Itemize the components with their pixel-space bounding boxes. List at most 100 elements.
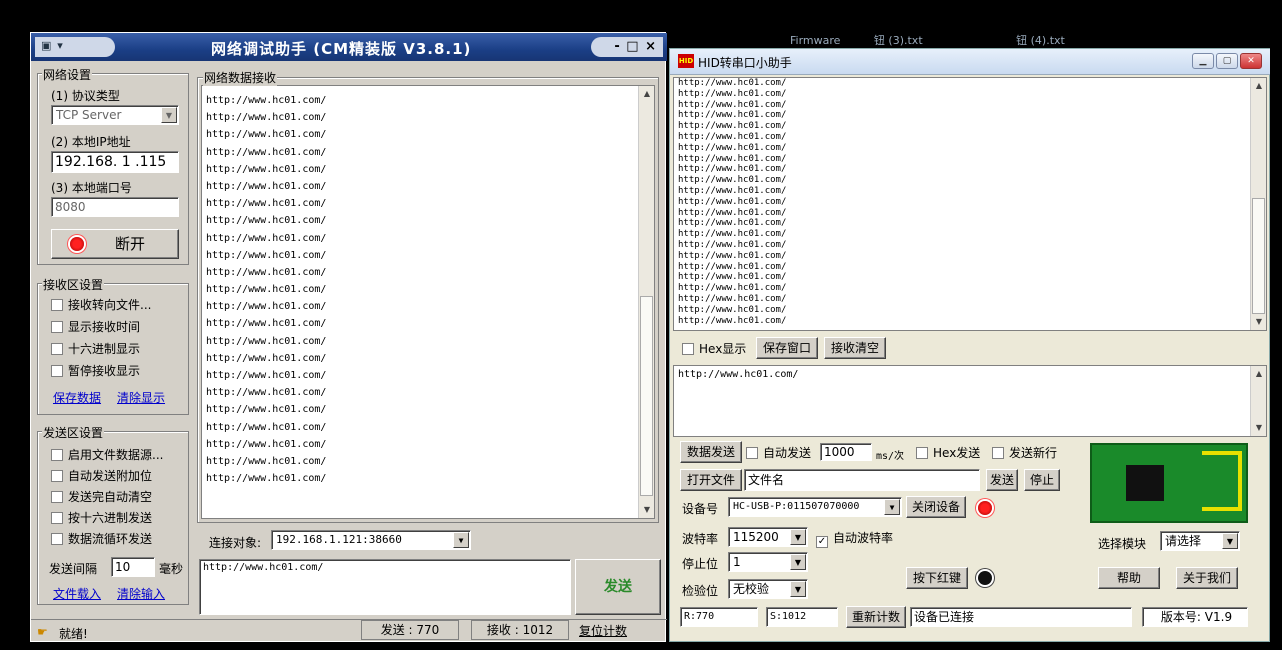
recv-line: http://www.hc01.com/: [678, 293, 787, 304]
clear-input-link[interactable]: 清除输入: [117, 585, 165, 602]
show-recv-time-checkbox[interactable]: 显示接收时间: [51, 319, 140, 335]
stopbit-select[interactable]: 1 ▼: [728, 552, 808, 572]
data-send-button[interactable]: 数据发送: [680, 441, 742, 463]
auto-interval-input[interactable]: 1000: [820, 443, 872, 461]
file-name-input[interactable]: 文件名: [744, 469, 980, 491]
recv-line: http://www.hc01.com/: [206, 198, 327, 210]
disconnect-button[interactable]: 断开: [51, 229, 179, 259]
hex-display-checkbox[interactable]: Hex显示: [682, 341, 746, 357]
checkbox-icon: [51, 512, 63, 524]
checkbox-label: 接收转向文件...: [68, 298, 152, 312]
clear-display-link[interactable]: 清除显示: [117, 389, 165, 406]
close-icon[interactable]: ✕: [1240, 53, 1262, 69]
protocol-select[interactable]: TCP Server ▼: [51, 105, 179, 125]
checkbox-icon: [682, 343, 694, 355]
recv-lines: http://www.hc01.com/http://www.hc01.com/…: [674, 78, 1266, 326]
recv-line: http://www.hc01.com/: [678, 315, 787, 326]
recv-line: http://www.hc01.com/: [206, 163, 327, 175]
parity-select[interactable]: 无校验 ▼: [728, 579, 808, 599]
chevron-down-icon: ▼: [790, 581, 806, 597]
recv-line: http://www.hc01.com/: [206, 335, 327, 347]
device-select[interactable]: HC-USB-P:011507070000 ▼: [728, 497, 902, 517]
auto-append-checkbox[interactable]: 自动发送附加位: [51, 468, 152, 484]
red-led-icon: [70, 237, 84, 251]
recv-line: http://www.hc01.com/: [206, 455, 327, 467]
bluetooth-module-image: [1090, 443, 1248, 523]
send-scrollbar[interactable]: ▲ ▼: [1250, 366, 1266, 436]
chevron-down-icon: ▼: [161, 107, 177, 123]
load-file-link[interactable]: 文件载入: [53, 585, 101, 602]
checkbox-icon: [51, 449, 63, 461]
file-source-checkbox[interactable]: 启用文件数据源...: [51, 447, 163, 463]
recv-lines: http://www.hc01.com/http://www.hc01.com/…: [202, 86, 654, 487]
ip-input[interactable]: 192.168. 1 .115: [51, 151, 179, 173]
hex-send-checkbox[interactable]: Hex发送: [916, 445, 980, 461]
recv-line: http://www.hc01.com/: [206, 232, 327, 244]
auto-clear-checkbox[interactable]: 发送完自动清空: [51, 489, 152, 505]
checkbox-icon: [916, 447, 928, 459]
recv-line: http://www.hc01.com/: [678, 78, 787, 88]
recv-line: http://www.hc01.com/: [206, 180, 327, 192]
recv-to-file-checkbox[interactable]: 接收转向文件...: [51, 297, 151, 313]
about-button[interactable]: 关于我们: [1176, 567, 1238, 589]
checkbox-label: 自动波特率: [833, 531, 894, 545]
minimize-icon[interactable]: ▁: [1192, 53, 1214, 69]
recount-button[interactable]: 重新计数: [846, 606, 906, 628]
scroll-down-icon[interactable]: ▼: [1251, 314, 1266, 330]
scroll-thumb[interactable]: [1252, 198, 1265, 314]
clear-recv-button[interactable]: 接收清空: [824, 337, 886, 359]
module-select[interactable]: 请选择 ▼: [1160, 531, 1240, 551]
recv-line: http://www.hc01.com/: [678, 185, 787, 196]
send-textarea[interactable]: http://www.hc01.com/: [199, 559, 571, 615]
recv-line: http://www.hc01.com/: [678, 218, 787, 229]
scroll-down-icon[interactable]: ▼: [639, 502, 654, 518]
scroll-down-icon[interactable]: ▼: [1251, 420, 1266, 436]
help-button[interactable]: 帮助: [1098, 567, 1160, 589]
save-data-link[interactable]: 保存数据: [53, 389, 101, 406]
save-window-button[interactable]: 保存窗口: [756, 337, 818, 359]
port-input[interactable]: 8080: [51, 197, 179, 217]
checkbox-icon: [746, 447, 758, 459]
hex-display-checkbox[interactable]: 十六进制显示: [51, 341, 140, 357]
recv-line: http://www.hc01.com/: [206, 404, 327, 416]
recv-scrollbar[interactable]: ▲ ▼: [638, 86, 654, 518]
auto-baud-checkbox[interactable]: ✓ 自动波特率: [816, 530, 893, 548]
scroll-up-icon[interactable]: ▲: [1251, 78, 1266, 94]
scroll-thumb[interactable]: [640, 296, 653, 496]
recv-line: http://www.hc01.com/: [678, 239, 787, 250]
send-button[interactable]: 发送: [575, 559, 661, 615]
close-device-button[interactable]: 关闭设备: [906, 496, 966, 518]
hex-send-checkbox[interactable]: 按十六进制发送: [51, 510, 152, 526]
system-menu-button[interactable]: ▣ ▾: [35, 37, 115, 57]
pause-recv-checkbox[interactable]: 暂停接收显示: [51, 363, 140, 379]
bg-tab: Firmware: [790, 34, 841, 47]
send-text: http://www.hc01.com/: [678, 369, 799, 380]
recv-line: http://www.hc01.com/: [206, 95, 327, 106]
rx-count: R:770: [680, 607, 758, 627]
window-title: HID转串口小助手: [698, 56, 792, 70]
target-select[interactable]: 192.168.1.121:38660 ▼: [271, 530, 471, 550]
checkbox-label: 十六进制显示: [68, 342, 141, 356]
baud-select[interactable]: 115200 ▼: [728, 527, 808, 547]
auto-send-checkbox[interactable]: 自动发送: [746, 445, 811, 461]
recv-textarea[interactable]: http://www.hc01.com/http://www.hc01.com/…: [201, 85, 655, 519]
interval-input[interactable]: 10: [111, 557, 155, 577]
scroll-up-icon[interactable]: ▲: [1251, 366, 1266, 382]
checkbox-label: 发送新行: [1009, 446, 1058, 460]
scroll-up-icon[interactable]: ▲: [639, 86, 654, 102]
target-label: 连接对象:: [209, 536, 262, 550]
recv-line: http://www.hc01.com/: [678, 110, 787, 121]
hid-send-textarea[interactable]: http://www.hc01.com/ ▲ ▼: [673, 365, 1267, 437]
loop-send-checkbox[interactable]: 数据流循环发送: [51, 531, 152, 547]
red-key-button[interactable]: 按下红键: [906, 567, 968, 589]
hid-recv-textarea[interactable]: http://www.hc01.com/http://www.hc01.com/…: [673, 77, 1267, 331]
recv-scrollbar[interactable]: ▲ ▼: [1250, 78, 1266, 330]
send-button[interactable]: 发送: [986, 469, 1018, 491]
reset-count-button[interactable]: 复位计数: [579, 622, 627, 639]
window-controls[interactable]: - □ ×: [591, 37, 663, 57]
maximize-icon[interactable]: ▢: [1216, 53, 1238, 69]
open-file-button[interactable]: 打开文件: [680, 469, 742, 491]
send-newline-checkbox[interactable]: 发送新行: [992, 445, 1057, 461]
recv-line: http://www.hc01.com/: [678, 175, 787, 186]
stop-button[interactable]: 停止: [1024, 469, 1060, 491]
